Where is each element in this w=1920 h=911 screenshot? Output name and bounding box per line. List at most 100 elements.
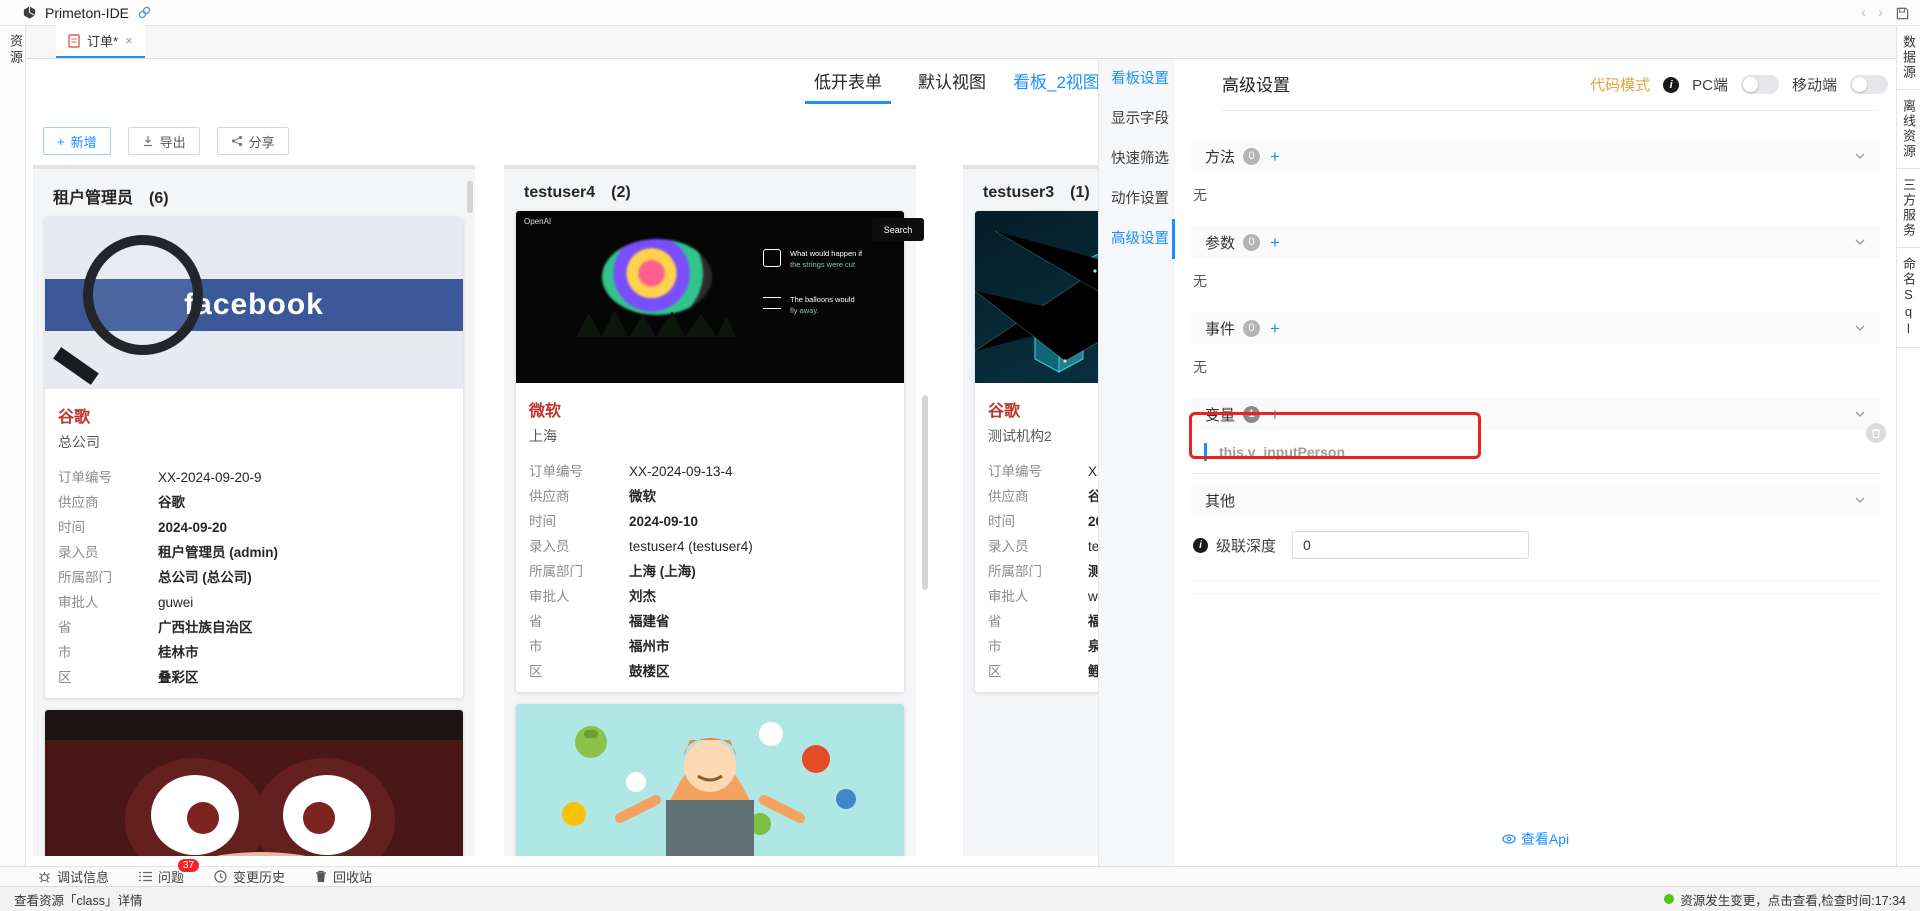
- document-icon: [68, 34, 80, 48]
- debug-info-button[interactable]: 调试信息: [38, 867, 109, 886]
- tab-order[interactable]: 订单* ×: [56, 25, 145, 58]
- pc-toggle[interactable]: [1741, 75, 1779, 94]
- column-header: testuser3(1): [963, 169, 1098, 211]
- field-label: 订单编号: [58, 465, 158, 490]
- code-mode-link[interactable]: 代码模式: [1590, 74, 1650, 95]
- nav-item-quick-filter[interactable]: 快速筛选: [1099, 139, 1175, 179]
- card-image-octocat: [45, 710, 463, 856]
- field-label: 订单编号: [529, 459, 629, 484]
- view-tab-default-view[interactable]: 默认视图: [918, 68, 986, 101]
- field-label: 审批人: [58, 590, 158, 615]
- right-rail-item[interactable]: 命名Sql: [1897, 248, 1920, 348]
- divider: [1191, 580, 1880, 581]
- nav-item-advanced-settings[interactable]: 高级设置: [1099, 219, 1175, 259]
- cascade-depth-input[interactable]: [1292, 531, 1529, 559]
- section-params-header[interactable]: 参数 0 +: [1191, 226, 1880, 258]
- field-value: 总公司 (总公司): [158, 565, 252, 590]
- count-badge: 1: [1243, 406, 1260, 423]
- balloons-image: [602, 239, 712, 315]
- nav-back-icon[interactable]: ‹: [1861, 0, 1866, 26]
- field-value: XX-2024-09-13-4: [629, 459, 733, 484]
- card-field-row: 审批人 刘杰: [529, 584, 891, 609]
- close-icon[interactable]: ×: [125, 33, 133, 48]
- section-events-header[interactable]: 事件 0 +: [1191, 312, 1880, 344]
- field-value: 泉州: [1088, 634, 1098, 659]
- section-variables-header[interactable]: 变量 1 +: [1191, 398, 1880, 430]
- variable-row[interactable]: this.v_inputPerson: [1191, 430, 1880, 474]
- view-tab-kanban2[interactable]: 看板_2视图▼: [1013, 68, 1098, 101]
- right-rail-item[interactable]: 三方服务: [1897, 169, 1920, 248]
- right-rail-item[interactable]: 离线资源: [1897, 90, 1920, 169]
- card-fields: 订单编号 XX-2024-09-20-9 供应商 谷歌 时间 202: [58, 465, 450, 690]
- count-badge: 0: [1243, 320, 1260, 337]
- status-left-text: 查看资源「class」详情: [14, 890, 142, 909]
- share-button[interactable]: 分享: [217, 127, 289, 155]
- field-value: 2024-09-20: [158, 515, 227, 540]
- share-icon: [231, 135, 243, 147]
- titlebar-actions: ‹ ›: [1861, 0, 1910, 26]
- chevron-down-icon[interactable]: [1854, 408, 1866, 420]
- order-card[interactable]: facebook 谷歌 总公司 订单编号 XX-2024-09-20-9: [45, 217, 463, 698]
- right-rail-item[interactable]: 数据源: [1897, 26, 1920, 90]
- view-api-link[interactable]: 查看Api: [1175, 829, 1896, 849]
- field-label: 订单编号: [988, 459, 1088, 484]
- sidebar-item-resources[interactable]: 资源: [0, 34, 25, 66]
- delete-variable-button[interactable]: [1866, 423, 1886, 443]
- mobile-toggle[interactable]: [1850, 75, 1888, 94]
- card-title: 微软: [529, 397, 891, 421]
- add-variable-button[interactable]: +: [1270, 406, 1280, 423]
- card-field-row: 订单编号 XX-2024-09-20-9: [58, 465, 450, 490]
- card-title: 谷歌: [58, 403, 450, 427]
- nav-item-kanban-settings[interactable]: 看板设置: [1099, 59, 1175, 99]
- status-right[interactable]: 资源发生变更，点击查看,检查时间:17:34: [1664, 890, 1906, 909]
- card-field-row: 订单编号 XX-2024-09-13-4: [529, 459, 891, 484]
- field-label: 区: [988, 659, 1088, 684]
- nav-item-display-fields[interactable]: 显示字段: [1099, 99, 1175, 139]
- field-value: 鼓楼区: [629, 659, 670, 684]
- problems-button[interactable]: 问题 37: [139, 867, 184, 886]
- save-icon[interactable]: [1895, 6, 1910, 21]
- export-button[interactable]: 导出: [128, 127, 200, 155]
- field-label: 省: [529, 609, 629, 634]
- card-field-row: 录入员 testuser4 (testuser4): [529, 534, 891, 559]
- field-value: wan: [1088, 584, 1098, 609]
- app-logo-icon: [22, 5, 37, 20]
- add-method-button[interactable]: +: [1270, 148, 1280, 165]
- order-card[interactable]: 谷歌 测试机构2 订单编号 XX-2 供应商 谷歌: [975, 211, 1098, 692]
- card-title: 谷歌: [988, 397, 1098, 421]
- divider: [1191, 593, 1880, 594]
- focus-bar: [1204, 443, 1207, 461]
- view-tab-lowcode-form[interactable]: 低开表单: [805, 68, 891, 104]
- field-value: 上海 (上海): [629, 559, 696, 584]
- field-value: XX-2: [1088, 459, 1098, 484]
- order-card[interactable]: [45, 710, 463, 856]
- field-value: guwei: [158, 590, 193, 615]
- section-other-header[interactable]: 其他: [1191, 484, 1880, 516]
- chevron-down-icon[interactable]: [1854, 322, 1866, 334]
- chevron-down-icon[interactable]: [1854, 150, 1866, 162]
- field-value: 福建: [1088, 609, 1098, 634]
- link-icon[interactable]: [137, 5, 152, 20]
- section-methods-header[interactable]: 方法 0 +: [1191, 140, 1880, 172]
- add-param-button[interactable]: +: [1270, 234, 1280, 251]
- column-count: (6): [149, 190, 169, 207]
- field-value: 租户管理员 (admin): [158, 540, 278, 565]
- nav-forward-icon[interactable]: ›: [1878, 0, 1883, 26]
- order-card[interactable]: OpenAI What would happen if the strings …: [516, 211, 904, 692]
- field-label: 审批人: [988, 584, 1088, 609]
- chevron-down-icon[interactable]: [1854, 494, 1866, 506]
- column-count: (1): [1070, 184, 1090, 201]
- add-button[interactable]: + 新增: [43, 127, 111, 155]
- board-scrollbar[interactable]: [922, 395, 928, 590]
- primeton-ide-app: Primeton-IDE ‹ › 资源 订单* × 低开表单 默认视图 看板_2…: [0, 0, 1920, 911]
- field-label: 录入员: [529, 534, 629, 559]
- chevron-down-icon[interactable]: [1854, 236, 1866, 248]
- nav-item-action-settings[interactable]: 动作设置: [1099, 179, 1175, 219]
- field-value: 鲤城: [1088, 659, 1098, 684]
- change-history-button[interactable]: 变更历史: [214, 867, 285, 886]
- order-card[interactable]: [516, 704, 904, 856]
- recycle-bin-button[interactable]: 回收站: [315, 867, 372, 886]
- add-event-button[interactable]: +: [1270, 320, 1280, 337]
- column-scrollbar[interactable]: [467, 181, 473, 213]
- square-icon: [763, 249, 781, 267]
